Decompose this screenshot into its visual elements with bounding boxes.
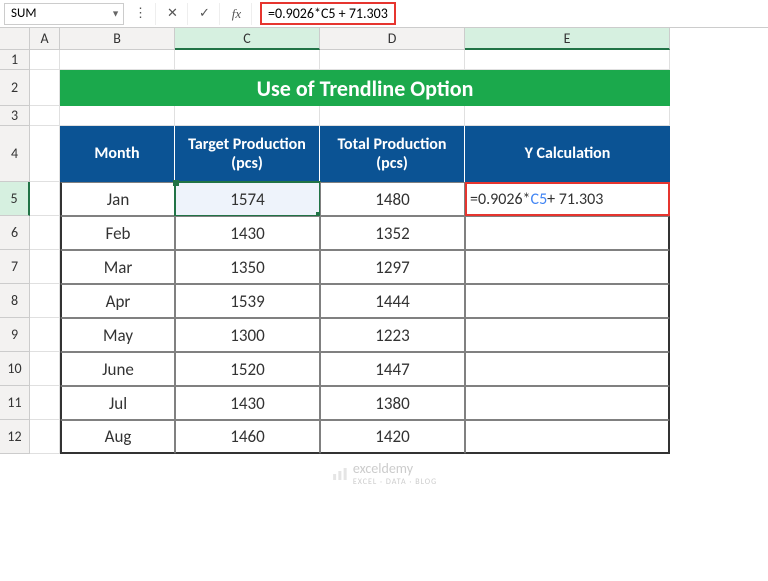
title-banner[interactable]: Use of Trendline Option <box>60 70 670 106</box>
formula-text: + 71.303 <box>547 190 603 209</box>
table-row[interactable]: 1352 <box>320 216 465 250</box>
cell[interactable] <box>320 106 465 126</box>
table-row[interactable]: 1480 <box>320 182 465 216</box>
cell[interactable] <box>30 50 60 70</box>
header-ycalc[interactable]: Y Calculation <box>465 126 670 182</box>
cell[interactable] <box>30 182 60 216</box>
table-row[interactable]: Feb <box>60 216 175 250</box>
table-row[interactable]: 1297 <box>320 250 465 284</box>
col-head-c[interactable]: C <box>175 28 320 50</box>
row-head-7[interactable]: 7 <box>0 250 30 284</box>
cell[interactable] <box>30 216 60 250</box>
header-month[interactable]: Month <box>60 126 175 182</box>
table-row[interactable]: Jan <box>60 182 175 216</box>
table-row[interactable]: May <box>60 318 175 352</box>
header-total[interactable]: Total Production (pcs) <box>320 126 465 182</box>
row-head-3[interactable]: 3 <box>0 106 30 126</box>
col-head-e[interactable]: E <box>465 28 670 50</box>
col-head-b[interactable]: B <box>60 28 175 50</box>
header-target[interactable]: Target Production (pcs) <box>175 126 320 182</box>
table-row[interactable]: 1444 <box>320 284 465 318</box>
cell[interactable] <box>30 284 60 318</box>
row-head-2[interactable]: 2 <box>0 70 30 106</box>
table-row[interactable]: 1430 <box>175 386 320 420</box>
row-head-5[interactable]: 5 <box>0 182 30 216</box>
cell[interactable] <box>175 106 320 126</box>
row-head-1[interactable]: 1 <box>0 50 30 70</box>
watermark: exceldemy EXCEL · DATA · BLOG <box>331 460 437 487</box>
cell[interactable] <box>30 106 60 126</box>
table-row[interactable]: 1447 <box>320 352 465 386</box>
cell[interactable] <box>30 420 60 454</box>
cell[interactable] <box>30 126 60 182</box>
formula-ref: C5 <box>531 190 548 209</box>
table-row[interactable]: Apr <box>60 284 175 318</box>
name-box-dropdown-icon[interactable]: ▼ <box>111 8 120 19</box>
dots-icon[interactable]: ⋮ <box>126 3 156 25</box>
cell[interactable] <box>60 50 175 70</box>
row-head-12[interactable]: 12 <box>0 420 30 454</box>
cell[interactable] <box>30 70 60 106</box>
table-row[interactable]: 1574 <box>175 182 320 216</box>
cell[interactable] <box>30 250 60 284</box>
cell[interactable] <box>320 50 465 70</box>
editing-cell[interactable]: =0.9026*C5 + 71.303 <box>465 182 670 216</box>
table-row[interactable] <box>465 318 670 352</box>
row-head-9[interactable]: 9 <box>0 318 30 352</box>
table-row[interactable]: 1300 <box>175 318 320 352</box>
select-all-corner[interactable] <box>0 28 30 50</box>
watermark-tag: EXCEL · DATA · BLOG <box>353 477 437 487</box>
row-head-10[interactable]: 10 <box>0 352 30 386</box>
table-row[interactable] <box>465 420 670 454</box>
table-row[interactable]: Mar <box>60 250 175 284</box>
table-row[interactable]: Jul <box>60 386 175 420</box>
table-row[interactable] <box>465 216 670 250</box>
cell[interactable] <box>465 50 670 70</box>
row-head-6[interactable]: 6 <box>0 216 30 250</box>
table-row[interactable]: 1539 <box>175 284 320 318</box>
cell[interactable] <box>175 50 320 70</box>
chart-icon <box>331 465 349 483</box>
formula-text: =0.9026* <box>470 190 531 209</box>
fx-icon[interactable]: fx <box>222 3 252 25</box>
col-head-a[interactable]: A <box>30 28 60 50</box>
row-head-8[interactable]: 8 <box>0 284 30 318</box>
col-head-d[interactable]: D <box>320 28 465 50</box>
table-row[interactable]: 1223 <box>320 318 465 352</box>
table-row[interactable]: 1380 <box>320 386 465 420</box>
formula-bar: SUM ▼ ⋮ ✕ ✓ fx =0.9026*C5 + 71.303 <box>0 0 768 28</box>
cell[interactable] <box>30 386 60 420</box>
table-row[interactable]: 1350 <box>175 250 320 284</box>
cancel-formula-icon[interactable]: ✕ <box>158 3 188 25</box>
row-head-4[interactable]: 4 <box>0 126 30 182</box>
accept-formula-icon[interactable]: ✓ <box>190 3 220 25</box>
name-box[interactable]: SUM ▼ <box>4 3 124 25</box>
table-row[interactable]: 1430 <box>175 216 320 250</box>
table-row[interactable] <box>465 352 670 386</box>
cell[interactable] <box>60 106 175 126</box>
row-head-11[interactable]: 11 <box>0 386 30 420</box>
table-row[interactable]: Aug <box>60 420 175 454</box>
table-row[interactable] <box>465 284 670 318</box>
cell[interactable] <box>30 352 60 386</box>
formula-input[interactable]: =0.9026*C5 + 71.303 <box>260 2 396 25</box>
table-row[interactable]: 1420 <box>320 420 465 454</box>
table-row[interactable] <box>465 250 670 284</box>
name-box-value: SUM <box>11 6 36 21</box>
spreadsheet-grid: A B C D E 1 2 Use of Trendline Option 3 … <box>0 28 768 454</box>
table-row[interactable]: June <box>60 352 175 386</box>
cell[interactable] <box>30 318 60 352</box>
table-row[interactable]: 1460 <box>175 420 320 454</box>
table-row[interactable]: 1520 <box>175 352 320 386</box>
table-row[interactable] <box>465 386 670 420</box>
cell[interactable] <box>465 106 670 126</box>
watermark-brand: exceldemy <box>353 460 437 477</box>
